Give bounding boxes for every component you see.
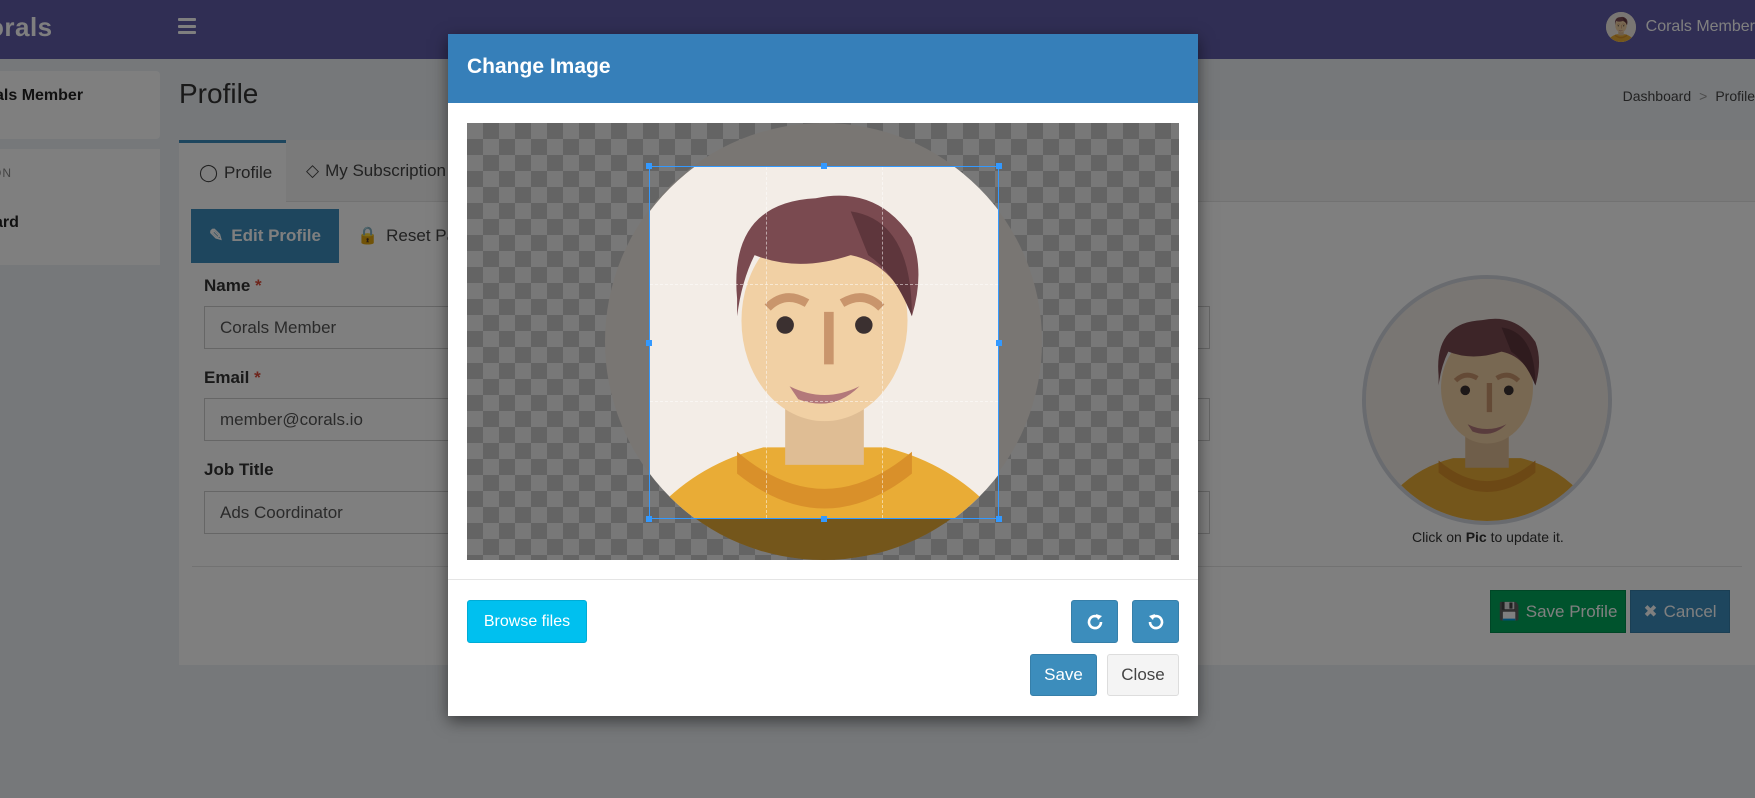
rotate-left-button[interactable]	[1132, 600, 1179, 643]
rotate-left-icon	[1148, 613, 1163, 629]
crop-handle-n[interactable]	[821, 163, 827, 169]
crop-handle-nw[interactable]	[646, 163, 652, 169]
modal-title: Change Image	[467, 55, 611, 78]
crop-guide-line	[650, 283, 998, 285]
crop-guide-line	[765, 167, 767, 518]
crop-guide-line	[650, 400, 998, 402]
crop-guide-line	[881, 167, 883, 518]
image-cropper[interactable]	[467, 123, 1179, 560]
crop-handle-se[interactable]	[996, 516, 1002, 522]
browse-files-button[interactable]: Browse files	[467, 600, 587, 643]
crop-handle-ne[interactable]	[996, 163, 1002, 169]
close-button[interactable]: Close	[1107, 654, 1179, 696]
change-image-modal: Change Image Browse files Save Close	[448, 34, 1198, 716]
crop-preview-image	[649, 166, 999, 519]
modal-header: Change Image	[448, 34, 1198, 103]
crop-handle-w[interactable]	[646, 340, 652, 346]
crop-handle-s[interactable]	[821, 516, 827, 522]
crop-handle-sw[interactable]	[646, 516, 652, 522]
rotate-right-icon	[1087, 613, 1102, 629]
modal-divider	[448, 579, 1198, 580]
save-button[interactable]: Save	[1030, 654, 1097, 696]
rotate-right-button[interactable]	[1071, 600, 1118, 643]
crop-handle-e[interactable]	[996, 340, 1002, 346]
crop-selection-box[interactable]	[649, 166, 999, 519]
